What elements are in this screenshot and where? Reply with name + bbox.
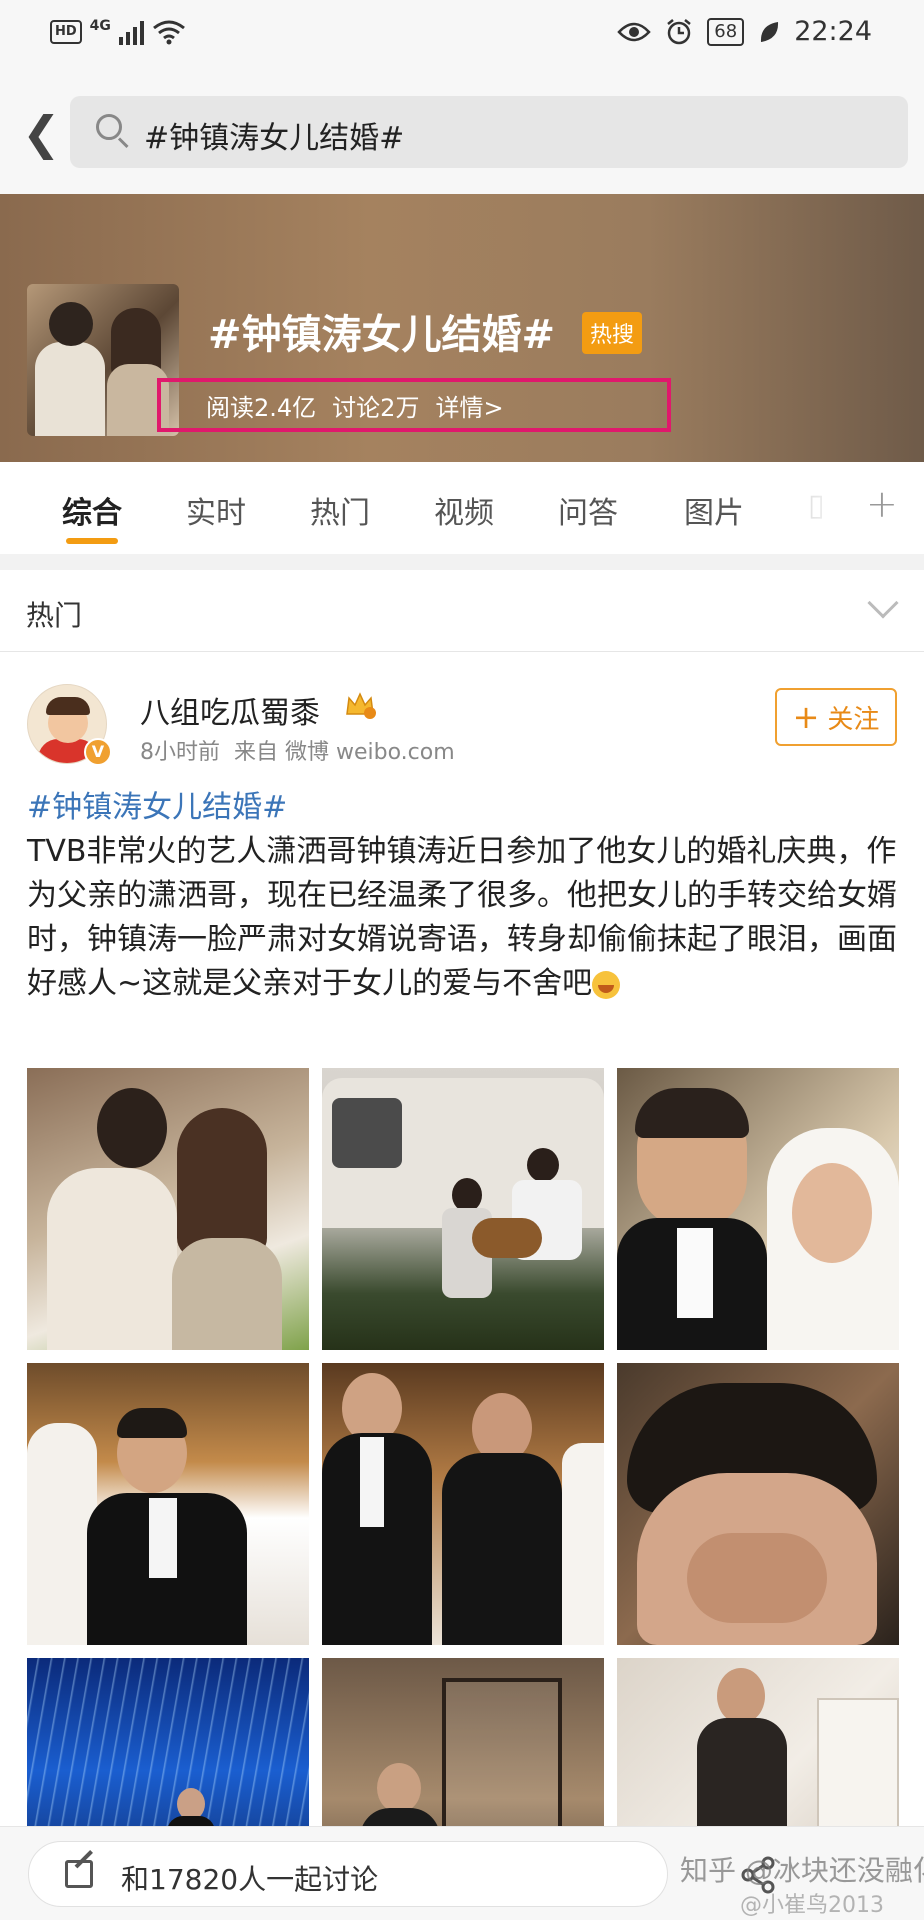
follow-label: 关注 xyxy=(827,704,880,735)
read-count: 阅读2.4亿 xyxy=(206,394,317,422)
verified-badge-icon: V xyxy=(84,738,112,766)
pencil-icon xyxy=(65,1860,93,1888)
tab-hot[interactable]: 热门 xyxy=(310,488,370,532)
alarm-icon xyxy=(667,18,692,44)
tab-video[interactable]: 视频 xyxy=(434,488,494,532)
post-text: #钟镇涛女儿结婚# TVB非常火的艺人潇洒哥钟镇涛近日参加了他女儿的婚礼庆典，作… xyxy=(27,786,899,1006)
discuss-input[interactable]: 和17820人一起讨论 xyxy=(28,1841,668,1907)
details-link[interactable]: 详情> xyxy=(435,388,503,423)
signal-icon xyxy=(118,19,144,45)
post-meta: 8小时前 来自 微博 weibo.com xyxy=(140,734,455,766)
hd-indicator: HD xyxy=(50,20,82,44)
tab-comprehensive[interactable]: 综合 xyxy=(62,488,122,532)
chevron-down-icon[interactable] xyxy=(867,587,899,619)
back-arrow-icon[interactable]: ❮ xyxy=(22,110,61,156)
battery-indicator: 68 xyxy=(707,17,745,46)
post-image-4[interactable] xyxy=(27,1363,309,1645)
eye-icon xyxy=(617,22,651,41)
watermark-subtext: @小崔鸟2013 xyxy=(740,1893,884,1918)
bottom-bar: 和17820人一起讨论 知乎 @冰块还没融化 @小崔鸟2013 xyxy=(0,1826,924,1920)
wifi-icon xyxy=(152,20,185,45)
post-image-6[interactable] xyxy=(617,1363,899,1645)
clock-time: 22:24 xyxy=(794,16,872,47)
status-left: HD 4G xyxy=(50,18,186,46)
post-image-1[interactable] xyxy=(27,1068,309,1350)
crying-face-icon xyxy=(592,970,621,999)
topic-title: #钟镇涛女儿结婚# xyxy=(208,312,556,358)
follow-button[interactable]: + 关注 xyxy=(775,688,897,746)
add-tab-icon[interactable]: + xyxy=(866,482,898,526)
post-image-3[interactable] xyxy=(617,1068,899,1350)
search-input[interactable]: #钟镇涛女儿结婚# xyxy=(70,96,908,168)
discuss-label: 和17820人一起讨论 xyxy=(121,1863,379,1896)
crown-icon xyxy=(346,692,376,719)
post-time: 8小时前 xyxy=(140,740,220,765)
network-label: 4G xyxy=(89,18,111,34)
leaf-icon xyxy=(761,21,779,42)
tab-images[interactable]: 图片 xyxy=(684,488,744,532)
search-header: ❮ #钟镇涛女儿结婚# xyxy=(0,70,924,194)
post-image-2[interactable] xyxy=(322,1068,604,1350)
plus-icon: + xyxy=(792,698,820,736)
post-username[interactable]: 八组吃瓜蜀黍 xyxy=(140,688,320,732)
search-query-text: #钟镇涛女儿结婚# xyxy=(144,121,405,156)
active-tab-indicator xyxy=(66,538,118,544)
post-card: V 八组吃瓜蜀黍 8小时前 来自 微博 weibo.com + 关注 #钟镇涛女… xyxy=(0,652,924,1920)
hot-search-badge: 热搜 xyxy=(582,312,643,354)
discussion-count: 讨论2万 xyxy=(332,394,420,422)
topic-stats: 阅读2.4亿 讨论2万 详情> xyxy=(206,388,504,423)
hot-section-header[interactable]: 热门 xyxy=(0,570,924,652)
post-hashtag[interactable]: #钟镇涛女儿结婚# xyxy=(27,786,899,830)
search-icon xyxy=(96,114,122,140)
status-right: 68 22:24 xyxy=(617,16,872,47)
tab-qa[interactable]: 问答 xyxy=(558,488,618,532)
post-image-5[interactable] xyxy=(322,1363,604,1645)
watermark-text: 知乎 @冰块还没融化 xyxy=(680,1854,924,1887)
tab-bar: 综合 实时 热门 视频 问答 图片 ▯ + xyxy=(0,462,924,554)
section-label: 热门 xyxy=(26,599,83,632)
topic-banner: #钟镇涛女儿结婚# 热搜 阅读2.4亿 讨论2万 详情> xyxy=(0,194,924,462)
tab-fade xyxy=(780,462,850,554)
status-bar: HD 4G 68 22:24 xyxy=(0,0,924,70)
post-body: TVB非常火的艺人潇洒哥钟镇涛近日参加了他女儿的婚礼庆典，作为父亲的潇洒哥，现在… xyxy=(27,834,897,1001)
post-source: 来自 微博 weibo.com xyxy=(234,740,455,765)
tab-realtime[interactable]: 实时 xyxy=(186,488,246,532)
